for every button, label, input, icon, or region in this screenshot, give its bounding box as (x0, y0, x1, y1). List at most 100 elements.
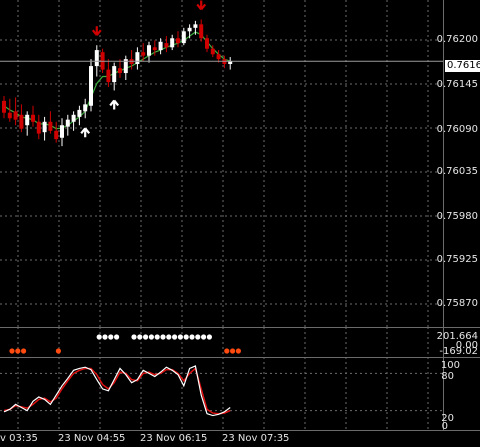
candle-body (118, 68, 122, 74)
bear-candle (48, 111, 53, 134)
bull-candle (170, 34, 175, 51)
candle-body (54, 130, 59, 140)
bear-candle (199, 19, 204, 42)
time-label: 23 Nov 06:15 (140, 433, 208, 444)
candle-body (112, 66, 117, 83)
pane-separator (0, 327, 480, 328)
bull-candle (187, 24, 192, 39)
candle-body (25, 114, 30, 126)
price-tick: 0.76145 (436, 79, 478, 90)
bull-candle (228, 57, 233, 70)
signal-dot-orange (55, 348, 62, 354)
candle-body (170, 38, 175, 48)
pane-separator (0, 357, 480, 358)
candle-body (60, 125, 64, 138)
bull-candle (83, 98, 88, 119)
candle-body (135, 52, 140, 65)
bear-candle (54, 121, 59, 143)
indicator-tick: -169.02 (439, 346, 478, 357)
bear-candle (31, 105, 35, 127)
signal-dot-white (195, 334, 201, 340)
signal-dot-white (108, 334, 114, 340)
signal-dot-white (137, 334, 143, 340)
candle-body (187, 27, 192, 32)
bull-candle (42, 116, 47, 141)
candle-body (147, 45, 151, 56)
bull-candle (112, 62, 117, 91)
bear-candle (118, 59, 122, 78)
osc-tick: 80 (441, 371, 454, 382)
price-tick: 0.76035 (436, 166, 478, 177)
signal-dot-white (154, 334, 160, 340)
down-arrow-icon (196, 0, 207, 11)
signal-dot-white (201, 334, 207, 340)
signal-dot-white (160, 334, 166, 340)
price-tick: 0.75870 (436, 298, 478, 309)
bull-candle (77, 105, 82, 126)
signal-dot-orange (9, 348, 15, 354)
candle-body (210, 48, 215, 55)
bear-candle (176, 31, 180, 48)
bear-candle (106, 59, 111, 87)
signal-dot-orange (230, 348, 236, 354)
signal-dot-white (166, 334, 172, 340)
up-arrow-icon (109, 99, 120, 110)
bull-candle (89, 59, 93, 112)
signal-indicator-pane (9, 327, 429, 357)
signal-dot-white (148, 334, 154, 340)
bull-candle (60, 118, 64, 147)
candle-body (158, 41, 163, 51)
signal-dot-orange (21, 348, 27, 354)
signal-dot-white (177, 334, 183, 340)
candle-body (94, 50, 99, 67)
signal-dot-white (183, 334, 189, 340)
time-label: v 03:35 (0, 433, 38, 444)
signal-dot-white (114, 334, 120, 340)
bear-candle (164, 36, 169, 53)
candle-body (141, 52, 146, 56)
price-tick: 0.76090 (436, 124, 478, 135)
candle-body (205, 38, 209, 49)
bull-candle (147, 41, 151, 63)
moving-average-line (3, 31, 231, 130)
candle-body (31, 114, 35, 122)
candle-body (176, 38, 180, 44)
candle-body (199, 24, 204, 39)
candle-body (164, 43, 169, 48)
bull-candle (158, 38, 163, 55)
bear-candle (13, 97, 18, 126)
osc-tick: 100 (440, 360, 460, 371)
price-chart[interactable] (0, 0, 443, 327)
candle-body (106, 69, 111, 83)
bull-candle (135, 47, 140, 70)
price-tick: 0.75980 (436, 211, 478, 222)
bull-candle (65, 114, 70, 136)
candle-body (181, 31, 186, 44)
down-arrow-icon (91, 26, 102, 36)
candle-body (89, 66, 93, 106)
candle-body (193, 24, 198, 28)
candle-body (65, 119, 70, 127)
signal-dot-white (96, 334, 102, 340)
price-tick: 0.76200 (436, 34, 478, 45)
signal-dot-orange (15, 348, 21, 354)
bear-candle (2, 96, 6, 119)
signal-dot-white (206, 334, 212, 340)
candle-body (2, 100, 6, 113)
signal-dot-white (143, 334, 149, 340)
candle-body (77, 109, 82, 117)
signal-dot-white (189, 334, 195, 340)
candle-body (13, 111, 18, 120)
candle-body (19, 114, 24, 129)
signal-dot-white (172, 334, 178, 340)
stochastic-oscillator-pane (0, 357, 443, 429)
time-axis[interactable]: v 03:35 23 Nov 04:55 23 Nov 06:15 23 Nov… (0, 430, 480, 447)
bear-candle (19, 104, 24, 133)
candle-body (152, 47, 157, 51)
bear-candle (36, 114, 41, 140)
up-arrow-icon (80, 127, 91, 138)
candle-body (83, 104, 88, 112)
signal-dot-orange (235, 348, 241, 354)
candle-body (71, 114, 76, 122)
candle-body (216, 54, 221, 60)
